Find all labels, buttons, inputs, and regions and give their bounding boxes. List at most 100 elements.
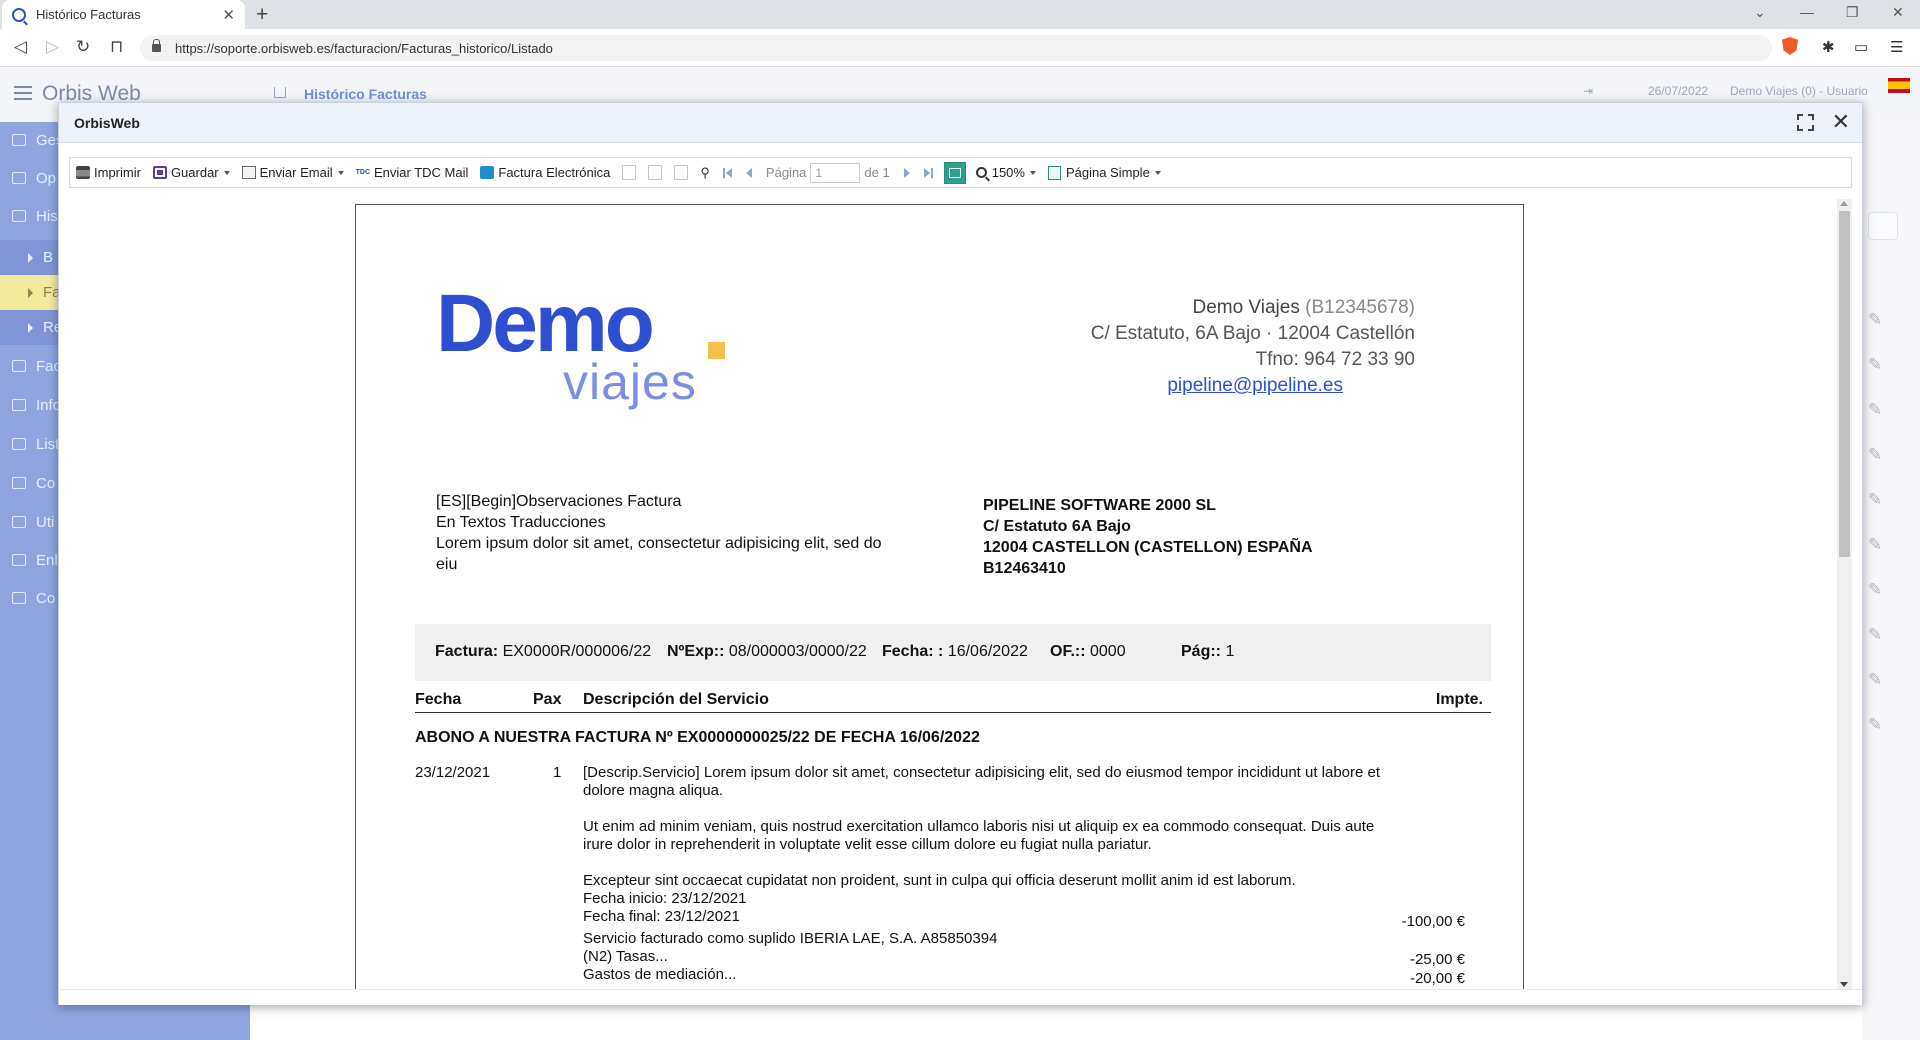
viewer-toolbar: Imprimir Guardar Enviar Email TDC Enviar … xyxy=(69,157,1852,188)
edit-icon[interactable]: ✎ xyxy=(1868,580,1892,604)
sidebar-icon xyxy=(12,210,26,222)
view-mode-dropdown[interactable]: Página Simple xyxy=(1047,165,1161,180)
wallet-icon[interactable]: ▭ xyxy=(1854,38,1868,56)
chevron-down-icon xyxy=(1154,170,1161,175)
edit-icon[interactable]: ✎ xyxy=(1868,310,1892,334)
sidebar-icon xyxy=(12,592,26,604)
scroll-up-icon[interactable] xyxy=(1840,201,1848,206)
maximize-icon[interactable] xyxy=(1797,114,1814,131)
sidebar-icon xyxy=(12,399,26,411)
company-phone: Tfno: 964 72 33 90 xyxy=(1255,349,1415,370)
floppy-icon xyxy=(152,166,167,179)
bookmark-icon[interactable]: ⊓ xyxy=(110,37,123,57)
report-viewport[interactable]: Demo viajes Demo Viajes (B12345678) C/ E… xyxy=(59,199,1862,989)
chevron-down-icon xyxy=(1029,170,1036,175)
restore-icon[interactable]: ❐ xyxy=(1846,4,1859,21)
browser-tab-bar: Histórico Facturas ✕ + ⌄ — ❐ ✕ xyxy=(0,0,1920,29)
single-page-icon xyxy=(1047,165,1061,180)
save-button[interactable]: Guardar xyxy=(152,165,230,180)
back-icon[interactable]: ◁ xyxy=(14,37,27,57)
column-pax: Pax xyxy=(533,691,562,708)
breadcrumb[interactable]: Histórico Facturas xyxy=(304,86,427,102)
address-bar: ◁ ▷ ↻ ⊓ https://soporte.orbisweb.es/fact… xyxy=(0,29,1920,67)
company-email-link[interactable]: pipeline@pipeline.es xyxy=(1167,375,1343,397)
previous-page-icon[interactable] xyxy=(745,167,752,178)
edit-icon[interactable]: ✎ xyxy=(1868,400,1892,424)
browser-tab[interactable]: Histórico Facturas ✕ xyxy=(2,0,245,29)
edit-icon[interactable]: ✎ xyxy=(1868,670,1892,694)
invoice-page: Demo viajes Demo Viajes (B12345678) C/ E… xyxy=(355,204,1524,989)
send-tdc-mail-button[interactable]: TDC Enviar TDC Mail xyxy=(356,165,469,180)
close-window-icon[interactable]: ✕ xyxy=(1892,4,1904,21)
new-tab-icon[interactable]: + xyxy=(256,3,268,27)
home-icon[interactable] xyxy=(274,87,286,98)
send-email-button[interactable]: Enviar Email xyxy=(241,165,344,180)
line-amount-1: -100,00 € xyxy=(1401,913,1465,930)
logo-dot xyxy=(708,342,725,359)
zoom-icon xyxy=(975,167,987,178)
logo-viajes-text: viajes xyxy=(563,354,697,410)
expand-icon xyxy=(28,287,33,298)
edit-icon[interactable]: ✎ xyxy=(1868,715,1892,739)
reload-icon[interactable]: ↻ xyxy=(76,37,90,57)
hamburger-menu-icon[interactable] xyxy=(14,86,32,100)
page-view-toggle-button[interactable] xyxy=(943,161,966,184)
scrollbar-thumb[interactable] xyxy=(1839,211,1850,557)
page-label: Página xyxy=(765,165,807,180)
zoom-dropdown[interactable]: 150% xyxy=(975,165,1036,180)
expand-icon xyxy=(28,322,33,333)
close-tab-icon[interactable]: ✕ xyxy=(222,6,235,24)
first-page-icon[interactable] xyxy=(722,167,732,178)
tab-search-icon[interactable]: ⌄ xyxy=(1754,4,1766,21)
document-icon[interactable] xyxy=(622,165,637,180)
logout-icon[interactable]: ⇥ xyxy=(1583,84,1593,98)
sidebar-icon xyxy=(12,134,26,146)
url-input[interactable]: https://soporte.orbisweb.es/facturacion/… xyxy=(140,35,1772,61)
report-viewer-modal: OrbisWeb ✕ Imprimir Guardar Enviar Email… xyxy=(58,102,1863,1005)
expand-icon xyxy=(28,252,33,263)
last-page-icon[interactable] xyxy=(923,167,933,178)
line-description: [Descrip.Servicio] Lorem ipsum dolor sit… xyxy=(583,764,1381,983)
modal-footer xyxy=(59,989,1862,1005)
invoice-of: OF.:: 0000 xyxy=(1050,643,1126,660)
edit-icon[interactable]: ✎ xyxy=(1868,625,1892,649)
print-button[interactable]: Imprimir xyxy=(76,165,141,180)
spain-flag-icon[interactable] xyxy=(1888,78,1910,93)
line-amount-3: -20,00 € xyxy=(1409,970,1465,987)
page-count: de 1 xyxy=(864,165,890,180)
document-icon[interactable] xyxy=(648,165,663,180)
next-page-icon[interactable] xyxy=(903,167,910,178)
column-amount: Impte. xyxy=(1435,691,1483,708)
close-modal-icon[interactable]: ✕ xyxy=(1832,109,1850,135)
company-name: Demo Viajes (B12345678) xyxy=(1192,297,1415,318)
edit-icon[interactable]: ✎ xyxy=(1868,445,1892,469)
extensions-icon[interactable]: ✱ xyxy=(1822,38,1835,56)
copy-icon[interactable] xyxy=(674,165,689,180)
minimize-icon[interactable]: — xyxy=(1800,4,1814,20)
menu-icon[interactable]: ☰ xyxy=(1890,38,1903,56)
line-date: 23/12/2021 xyxy=(415,764,491,781)
modal-titlebar: OrbisWeb ✕ xyxy=(59,103,1862,143)
header-user[interactable]: Demo Viajes (0) - Usuario xyxy=(1730,84,1868,98)
invoice-info-bar: Factura: EX0000R/000006/22 NºExp:: 08/00… xyxy=(415,624,1491,681)
page-number-input[interactable] xyxy=(810,162,861,183)
sidebar-icon xyxy=(12,477,26,489)
page-view-icon xyxy=(948,167,961,178)
invoice-number: Factura: EX0000R/000006/22 xyxy=(435,643,652,660)
pdf-button[interactable] xyxy=(1868,212,1898,240)
line-pax: 1 xyxy=(553,764,562,781)
edit-icon[interactable]: ✎ xyxy=(1868,490,1892,514)
lock-icon xyxy=(152,39,161,52)
electronic-invoice-button[interactable]: Factura Electrónica xyxy=(480,165,610,180)
sidebar-icon xyxy=(12,516,26,528)
find-icon[interactable]: ⚲ xyxy=(700,165,710,181)
vertical-scrollbar[interactable] xyxy=(1837,199,1852,989)
electronic-invoice-icon xyxy=(480,166,495,179)
line-amount-2: -25,00 € xyxy=(1409,951,1465,968)
scroll-down-icon[interactable] xyxy=(1840,982,1848,987)
forward-icon[interactable]: ▷ xyxy=(46,37,59,57)
edit-icon[interactable]: ✎ xyxy=(1868,535,1892,559)
tdc-icon: TDC xyxy=(355,169,370,176)
edit-icon[interactable]: ✎ xyxy=(1868,355,1892,379)
sidebar-icon xyxy=(12,438,26,450)
